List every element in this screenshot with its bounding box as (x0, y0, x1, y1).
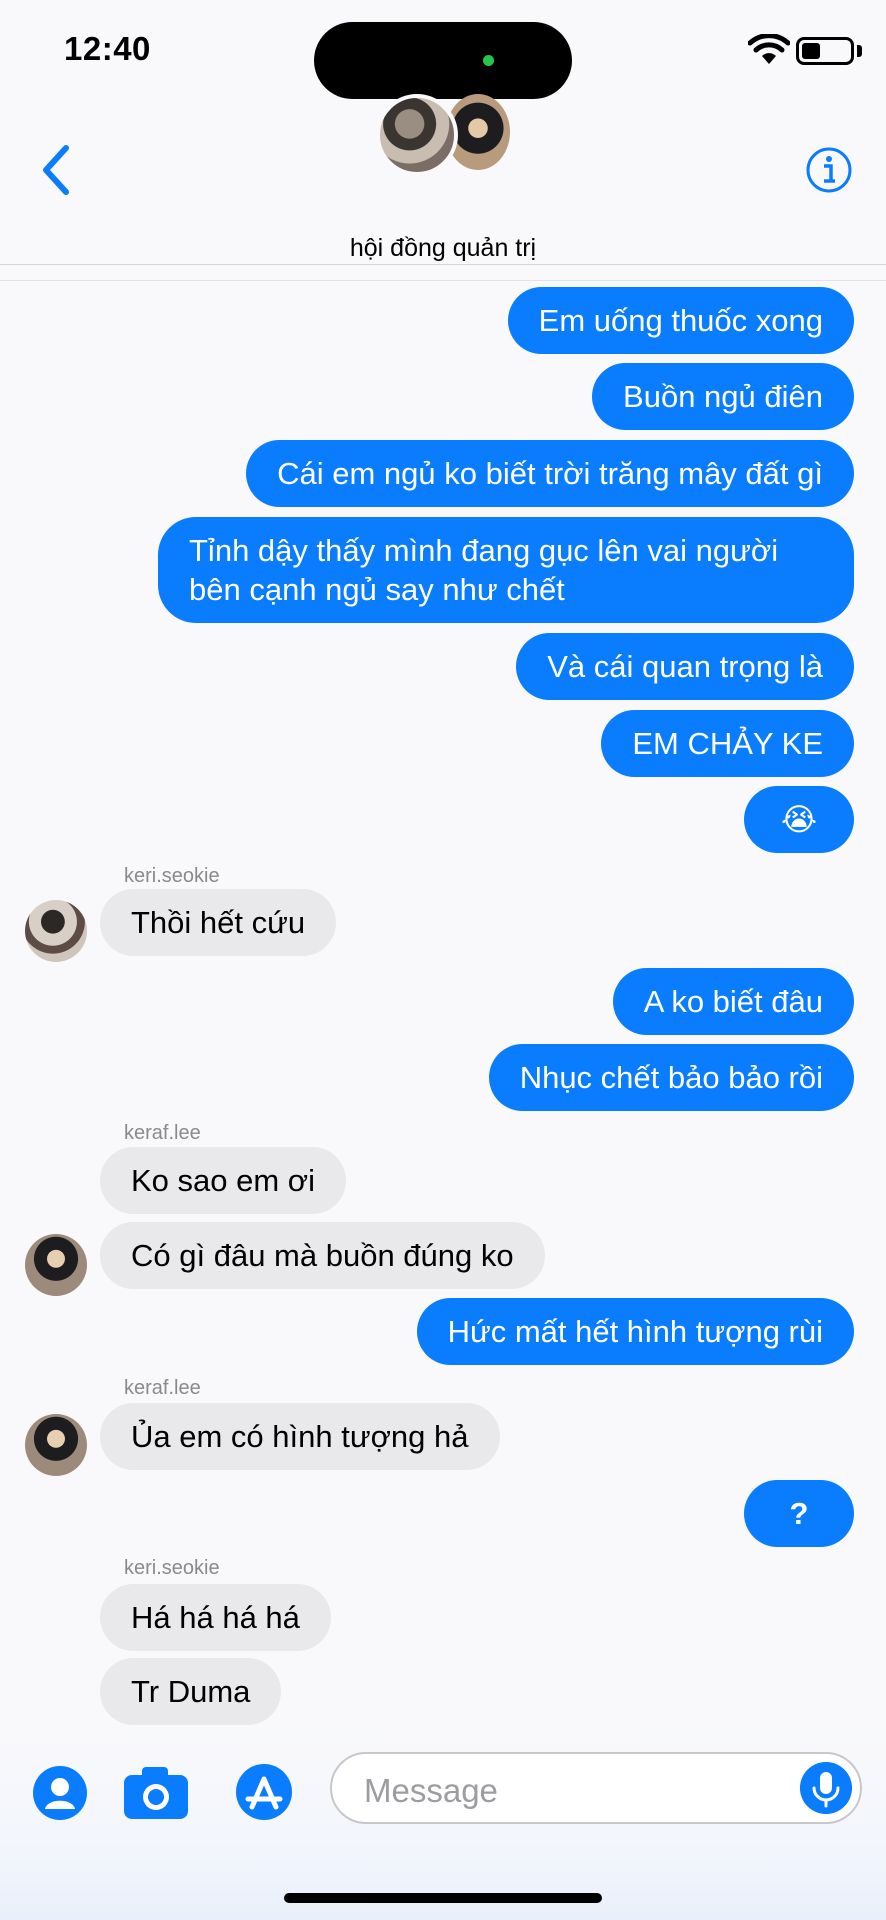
camera-indicator-dot (483, 55, 494, 66)
incoming-message[interactable]: Ủa em có hình tượng hả (100, 1403, 500, 1470)
sender-avatar[interactable] (25, 900, 87, 962)
incoming-message[interactable]: Tr Duma (100, 1658, 282, 1725)
microphone-icon[interactable] (800, 1762, 852, 1814)
outgoing-message[interactable]: Cái em ngủ ko biết trời trăng mây đất gì (246, 440, 854, 507)
incoming-message[interactable]: Há há há há (100, 1584, 331, 1651)
dynamic-island (314, 22, 572, 99)
outgoing-message[interactable]: ? (744, 1480, 854, 1547)
battery-icon (796, 37, 854, 65)
header-divider (0, 280, 886, 281)
sender-name: keraf.lee (124, 1377, 201, 1399)
message-placeholder: Message (364, 1772, 498, 1809)
outgoing-message[interactable]: Và cái quan trọng là (516, 633, 854, 700)
wifi-icon (748, 34, 790, 64)
incoming-message[interactable]: Ko sao em ơi (100, 1147, 347, 1214)
sender-avatar[interactable] (25, 1414, 87, 1476)
group-avatar[interactable] (370, 90, 516, 176)
sender-avatar[interactable] (25, 1234, 87, 1296)
conversation-title[interactable]: hội đồng quản trị (0, 234, 886, 263)
status-time: 12:40 (64, 30, 151, 67)
header-divider (0, 264, 886, 265)
message-input[interactable]: Message (330, 1752, 862, 1824)
outgoing-message[interactable]: Hức mất hết hình tượng rùi (416, 1298, 854, 1365)
incoming-message[interactable]: Có gì đâu mà buồn đúng ko (100, 1222, 545, 1289)
outgoing-message[interactable]: EM CHẢY KE (601, 710, 854, 777)
incoming-message[interactable]: Thồi hết cứu (100, 889, 337, 956)
chevron-left-icon[interactable] (32, 140, 82, 200)
sender-name: keri.seokie (124, 1557, 220, 1579)
outgoing-message[interactable]: A ko biết đâu (612, 968, 854, 1035)
sender-name: keraf.lee (124, 1122, 201, 1144)
outgoing-message[interactable]: Em uống thuốc xong (507, 287, 854, 354)
camera-icon[interactable] (122, 1765, 190, 1821)
person-icon[interactable] (32, 1765, 88, 1821)
member-avatar (376, 94, 458, 176)
app-store-icon[interactable] (228, 1763, 300, 1821)
home-indicator[interactable] (284, 1893, 602, 1903)
info-icon[interactable] (804, 145, 854, 195)
messages-screen: 12:40 hội đồng quản trị Em uống thuốc xo… (0, 0, 886, 1920)
sender-name: keri.seokie (124, 865, 220, 887)
outgoing-message[interactable]: Nhục chết bảo bảo rồi (488, 1044, 854, 1111)
outgoing-message[interactable]: 😭 (744, 786, 854, 853)
outgoing-message[interactable]: Buồn ngủ điên (592, 363, 854, 430)
outgoing-message[interactable]: Tỉnh dậy thấy mình đang gục lên vai ngườ… (158, 517, 854, 623)
battery-cap (857, 45, 862, 57)
